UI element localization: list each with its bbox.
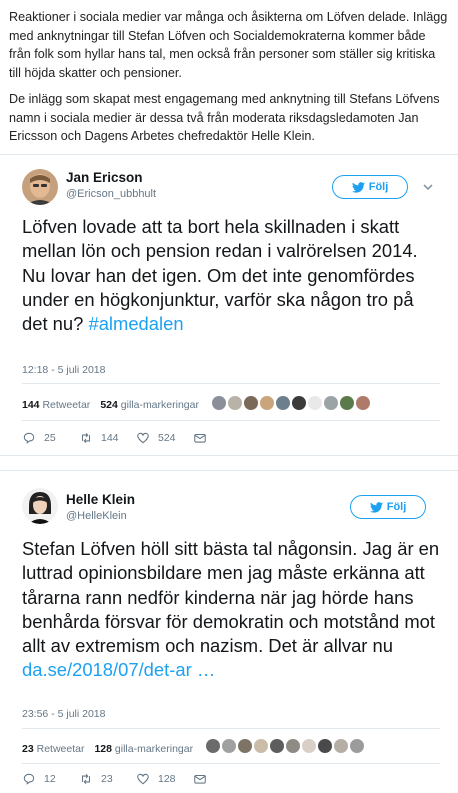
chevron-down-icon[interactable]	[420, 179, 436, 195]
reply-icon	[23, 432, 35, 444]
follow-label: Följ	[386, 501, 407, 513]
like-action-count: 524	[158, 432, 176, 444]
divider	[22, 728, 440, 729]
article-paragraph: Reaktioner i sociala medier var många oc…	[9, 10, 448, 80]
reply-count: 12	[44, 773, 56, 785]
article-text: Reaktioner i sociala medier var många oc…	[0, 0, 458, 146]
liker-avatar[interactable]	[302, 739, 316, 753]
dm-button[interactable]	[193, 431, 250, 445]
follow-button[interactable]: Följ	[332, 175, 408, 199]
engagement-stats: 144 Retweetar 524 gilla-markeringar	[22, 399, 199, 411]
tweet-text-content: Stefan Löfven höll sitt bästa tal någons…	[22, 538, 440, 657]
liker-avatar[interactable]	[340, 396, 354, 410]
liker-avatar[interactable]	[270, 739, 284, 753]
liker-avatar[interactable]	[276, 396, 290, 410]
twitter-bird-icon	[351, 181, 365, 193]
liker-avatar[interactable]	[238, 739, 252, 753]
reply-count: 25	[44, 432, 56, 444]
liker-avatar[interactable]	[228, 396, 242, 410]
liker-avatar[interactable]	[356, 396, 370, 410]
embedded-tweet: Helle Klein @HelleKlein Följ Stefan Löfv…	[0, 470, 458, 793]
avatar[interactable]	[22, 169, 58, 205]
tweet-text-content: Löfven lovade att ta bort hela skillnade…	[22, 216, 418, 335]
reply-button[interactable]: 12	[22, 772, 79, 786]
liker-avatar[interactable]	[244, 396, 258, 410]
liker-avatar[interactable]	[286, 739, 300, 753]
like-count[interactable]: 524 gilla-markeringar	[100, 399, 199, 411]
engagement-stats: 23 Retweetar 128 gilla-markeringar	[22, 743, 193, 755]
tweet-actions: 25 144 524	[22, 431, 250, 445]
heart-icon	[137, 432, 149, 444]
dm-button[interactable]	[193, 772, 250, 786]
liker-avatar[interactable]	[334, 739, 348, 753]
liker-avatars[interactable]	[206, 739, 364, 753]
divider	[22, 383, 440, 384]
tweet-actions: 12 23 128	[22, 772, 250, 786]
liker-avatar[interactable]	[206, 739, 220, 753]
retweet-action-count: 144	[101, 432, 119, 444]
author-handle[interactable]: @HelleKlein	[66, 510, 127, 522]
timestamp[interactable]: 12:18 - 5 juli 2018	[22, 364, 105, 376]
retweet-count[interactable]: 23 Retweetar	[22, 743, 84, 755]
heart-icon	[137, 773, 149, 785]
like-action-count: 128	[158, 773, 176, 785]
avatar-image	[22, 488, 58, 524]
author-handle[interactable]: @Ericson_ubbhult	[66, 188, 156, 200]
follow-label: Följ	[368, 181, 389, 193]
retweet-icon	[81, 432, 91, 444]
hashtag-link[interactable]: #almedalen	[88, 313, 183, 334]
envelope-icon	[194, 433, 206, 443]
liker-avatars[interactable]	[212, 396, 370, 410]
follow-button[interactable]: Följ	[350, 495, 426, 519]
liker-avatar[interactable]	[318, 739, 332, 753]
article-paragraph: De inlägg som skapat mest engagemang med…	[9, 92, 440, 143]
like-button[interactable]: 524	[136, 431, 193, 445]
like-button[interactable]: 128	[136, 772, 193, 786]
retweet-action-count: 23	[101, 773, 113, 785]
envelope-icon	[194, 774, 206, 784]
reply-icon	[23, 773, 35, 785]
liker-avatar[interactable]	[292, 396, 306, 410]
liker-avatar[interactable]	[350, 739, 364, 753]
retweet-button[interactable]: 144	[79, 431, 136, 445]
divider	[22, 763, 440, 764]
avatar[interactable]	[22, 488, 58, 524]
like-count[interactable]: 128 gilla-markeringar	[94, 743, 193, 755]
author-name[interactable]: Jan Ericson	[66, 170, 143, 185]
liker-avatar[interactable]	[324, 396, 338, 410]
embedded-tweet: Jan Ericson @Ericson_ubbhult Följ Löfven…	[0, 154, 458, 456]
twitter-bird-icon	[369, 501, 383, 513]
retweet-icon	[81, 773, 91, 785]
author-name[interactable]: Helle Klein	[66, 492, 135, 507]
liker-avatar[interactable]	[222, 739, 236, 753]
liker-avatar[interactable]	[260, 396, 274, 410]
retweet-button[interactable]: 23	[79, 772, 136, 786]
retweet-count[interactable]: 144 Retweetar	[22, 399, 90, 411]
avatar-image	[22, 169, 58, 205]
liker-avatar[interactable]	[212, 396, 226, 410]
tweet-text: Löfven lovade att ta bort hela skillnade…	[22, 215, 442, 336]
liker-avatar[interactable]	[308, 396, 322, 410]
reply-button[interactable]: 25	[22, 431, 79, 445]
article-link[interactable]: da.se/2018/07/det-ar …	[22, 659, 215, 680]
liker-avatar[interactable]	[254, 739, 268, 753]
tweet-text: Stefan Löfven höll sitt bästa tal någons…	[22, 537, 442, 683]
divider	[22, 420, 440, 421]
timestamp[interactable]: 23:56 - 5 juli 2018	[22, 708, 105, 720]
